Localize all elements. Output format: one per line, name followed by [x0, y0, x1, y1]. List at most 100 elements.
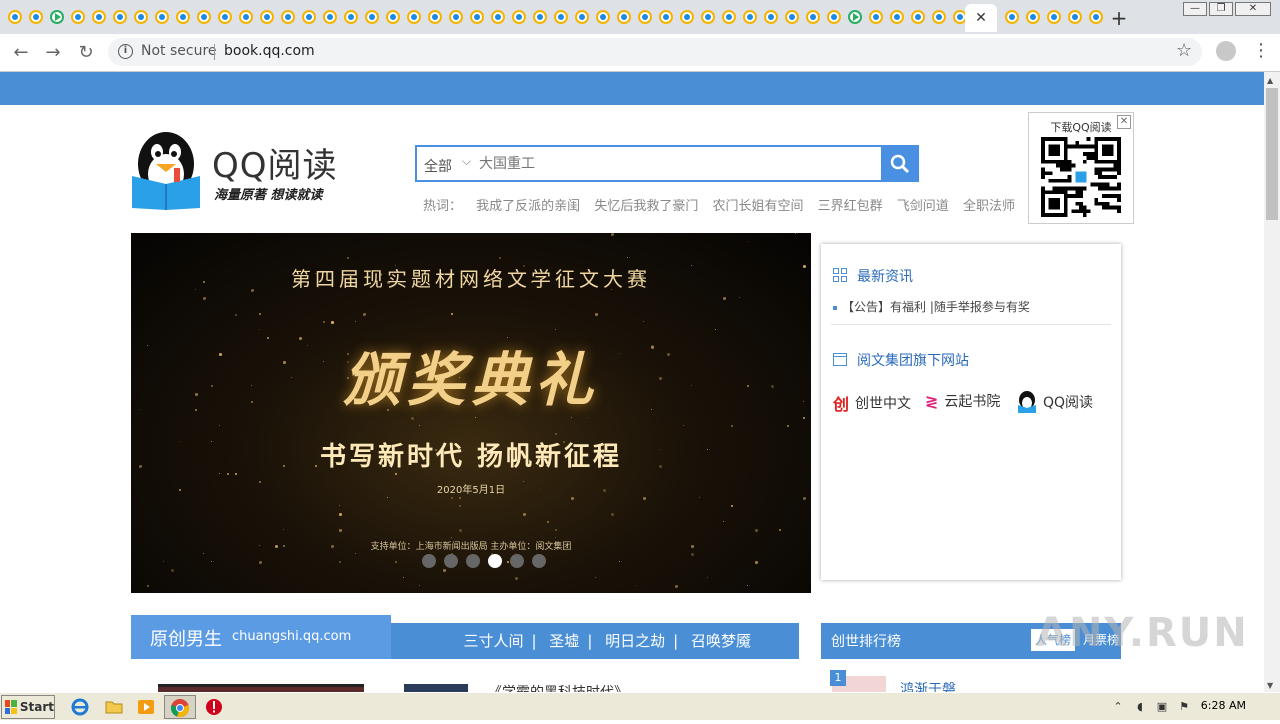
stop-icon[interactable] — [204, 697, 224, 717]
browser-tab[interactable] — [279, 6, 297, 28]
browser-tab[interactable] — [762, 6, 780, 28]
back-button[interactable]: ← — [9, 41, 33, 65]
browser-tab[interactable] — [384, 6, 402, 28]
browser-tab[interactable] — [510, 6, 528, 28]
folder-icon[interactable] — [104, 697, 124, 717]
start-button[interactable]: Start — [1, 695, 55, 719]
browser-tab[interactable] — [132, 6, 150, 28]
browser-tab[interactable] — [195, 6, 213, 28]
network-icon[interactable]: ▣ — [1154, 699, 1170, 715]
active-tab[interactable]: ✕ — [965, 4, 997, 32]
carousel-dot[interactable] — [422, 554, 436, 568]
browser-tab[interactable] — [783, 6, 801, 28]
browser-tab[interactable] — [720, 6, 738, 28]
address-bar[interactable]: i Not secure book.qq.com ☆ — [108, 38, 1202, 66]
browser-tab[interactable] — [594, 6, 612, 28]
close-tab-icon[interactable]: ✕ — [975, 10, 987, 26]
browser-tab[interactable] — [153, 6, 171, 28]
hot-word-link[interactable]: 我成了反派的亲闺 — [476, 199, 580, 214]
browser-tab[interactable] — [321, 6, 339, 28]
carousel-dot[interactable] — [532, 554, 546, 568]
browser-tab[interactable] — [342, 6, 360, 28]
browser-tab[interactable] — [405, 6, 423, 28]
browser-tab[interactable] — [1087, 6, 1105, 28]
carousel-dot[interactable] — [510, 554, 524, 568]
browser-tab[interactable] — [930, 6, 948, 28]
browser-tab[interactable] — [237, 6, 255, 28]
close-window-button[interactable]: ✕ — [1235, 2, 1271, 16]
carousel-dot[interactable] — [444, 554, 458, 568]
browser-tab[interactable] — [804, 6, 822, 28]
browser-tab[interactable] — [426, 6, 444, 28]
browser-tab[interactable] — [552, 6, 570, 28]
browser-tab[interactable] — [300, 6, 318, 28]
url-text[interactable]: book.qq.com — [224, 43, 315, 59]
browser-tab[interactable] — [678, 6, 696, 28]
internet-explorer-icon[interactable] — [70, 697, 90, 717]
browser-menu-icon[interactable]: ⋮ — [1252, 41, 1270, 61]
volume-icon[interactable]: ◖ — [1132, 699, 1148, 715]
book-cover[interactable] — [404, 684, 468, 692]
browser-tab[interactable] — [363, 6, 381, 28]
carousel-dot[interactable] — [488, 554, 502, 568]
hot-word-link[interactable]: 全职法师 — [963, 199, 1015, 214]
book-cover[interactable] — [158, 684, 364, 692]
reload-button[interactable]: ↻ — [74, 41, 98, 65]
section-link[interactable]: 明日之劫 — [605, 632, 665, 650]
browser-tab[interactable] — [468, 6, 486, 28]
browser-tab[interactable] — [531, 6, 549, 28]
chevron-down-icon[interactable]: ⌵ — [462, 154, 471, 169]
browser-tab[interactable] — [846, 6, 864, 28]
hot-word-link[interactable]: 三界红包群 — [818, 199, 883, 214]
browser-tab[interactable] — [888, 6, 906, 28]
carousel-dot[interactable] — [466, 554, 480, 568]
maximize-button[interactable]: ❐ — [1209, 2, 1233, 16]
search-input[interactable] — [479, 153, 879, 175]
forward-button[interactable]: → — [41, 41, 65, 65]
browser-tab[interactable] — [48, 6, 66, 28]
qr-close-icon[interactable]: ✕ — [1117, 115, 1131, 129]
profile-avatar[interactable] — [1216, 41, 1236, 61]
hot-word-link[interactable]: 飞剑问道 — [897, 199, 949, 214]
section-link[interactable]: 圣墟 — [549, 632, 579, 650]
browser-tab[interactable] — [447, 6, 465, 28]
browser-tab[interactable] — [111, 6, 129, 28]
browser-tab[interactable] — [216, 6, 234, 28]
browser-tab[interactable] — [69, 6, 87, 28]
site-link-yunqi[interactable]: ≷ 云起书院 — [925, 391, 1000, 411]
browser-tab[interactable] — [615, 6, 633, 28]
browser-tab[interactable] — [636, 6, 654, 28]
browser-tab[interactable] — [741, 6, 759, 28]
browser-tab[interactable] — [90, 6, 108, 28]
browser-tab[interactable] — [573, 6, 591, 28]
search-button[interactable] — [881, 145, 919, 182]
media-player-icon[interactable] — [136, 697, 156, 717]
browser-tab[interactable] — [258, 6, 276, 28]
new-tab-button[interactable]: + — [1110, 6, 1128, 30]
hot-word-link[interactable]: 失忆后我救了豪门 — [594, 199, 698, 214]
browser-tab[interactable] — [1045, 6, 1063, 28]
section-tab[interactable]: 原创男生 chuangshi.qq.com — [131, 615, 391, 659]
banner-carousel[interactable]: 第四届现实题材网络文学征文大赛 颁奖典礼 书写新时代 扬帆新征程 2020年5月… — [131, 233, 811, 593]
browser-tab[interactable] — [867, 6, 885, 28]
section-link[interactable]: 三寸人间 — [463, 632, 523, 650]
info-icon[interactable]: i — [118, 44, 133, 59]
flag-icon[interactable]: ⚑ — [1176, 699, 1192, 715]
scroll-up-icon[interactable]: ▲ — [1267, 76, 1273, 85]
browser-tab[interactable] — [657, 6, 675, 28]
search-category-select[interactable]: 全部 — [424, 156, 452, 176]
browser-tab[interactable] — [6, 6, 24, 28]
vertical-scrollbar[interactable]: ▲ ▼ — [1264, 72, 1280, 692]
minimize-button[interactable]: — — [1183, 2, 1207, 16]
hot-word-link[interactable]: 农门长姐有空间 — [712, 199, 803, 214]
bookmark-star-icon[interactable]: ☆ — [1176, 40, 1192, 61]
browser-tab[interactable] — [489, 6, 507, 28]
browser-tab[interactable] — [1024, 6, 1042, 28]
browser-tab[interactable] — [27, 6, 45, 28]
section-link[interactable]: 召唤梦魇 — [691, 632, 751, 650]
browser-tab[interactable] — [909, 6, 927, 28]
news-item-link[interactable]: 【公告】有福利 |随手举报参与有奖 — [833, 298, 1030, 315]
site-link-chuangshi[interactable]: 创 创世中文 — [833, 391, 911, 415]
browser-tab[interactable] — [825, 6, 843, 28]
site-logo[interactable]: QQ阅读 海量原著 想读就读 — [130, 130, 350, 210]
